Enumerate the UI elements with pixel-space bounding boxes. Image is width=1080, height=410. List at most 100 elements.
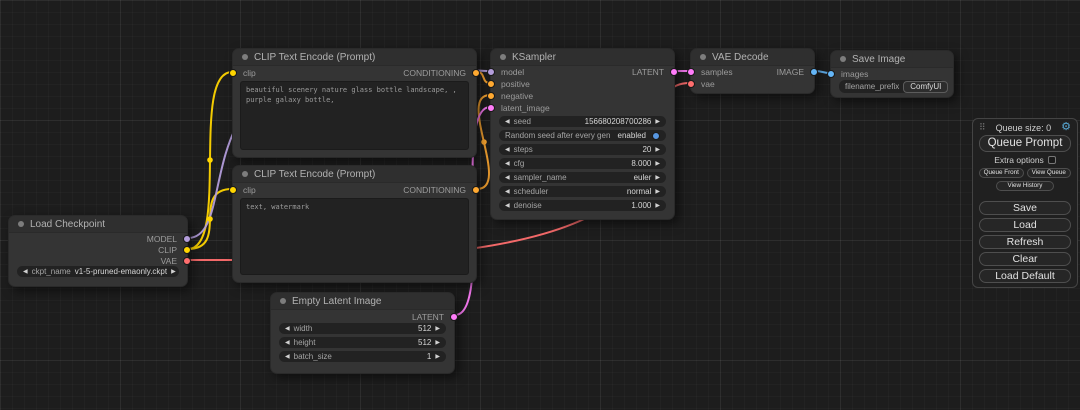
extra-options-checkbox[interactable]	[1048, 156, 1056, 164]
node-title: Save Image	[852, 54, 905, 65]
increment-arrow-icon[interactable]: ▶	[171, 269, 176, 275]
queue-size-label: Queue size: 0	[989, 123, 1059, 133]
node-save-image[interactable]: Save Image images filename_prefix ComfyU…	[830, 50, 954, 98]
increment-arrow-icon[interactable]: ▶	[655, 119, 660, 125]
clip-input-label: clip	[243, 68, 256, 78]
node-empty-latent-image[interactable]: Empty Latent Image LATENT ◀ width 512 ▶ …	[270, 292, 455, 374]
clear-button[interactable]: Clear	[979, 252, 1071, 266]
increment-arrow-icon[interactable]: ▶	[655, 189, 660, 195]
increment-arrow-icon[interactable]: ▶	[435, 354, 440, 360]
node-ksampler[interactable]: KSampler model LATENT positive negative …	[490, 48, 675, 220]
node-vae-decode[interactable]: VAE Decode samples IMAGE vae	[690, 48, 815, 94]
widget-label: Random seed after every gen	[505, 131, 610, 140]
latent-image-input-label: latent_image	[501, 103, 550, 113]
clip-input-slot[interactable]	[229, 186, 237, 194]
node-load-checkpoint[interactable]: Load Checkpoint MODEL CLIP VAE ◀ ckpt_na…	[8, 215, 188, 287]
node-title-bar[interactable]: CLIP Text Encode (Prompt)	[233, 49, 476, 66]
save-button[interactable]: Save	[979, 201, 1071, 215]
node-title-bar[interactable]: VAE Decode	[691, 49, 814, 66]
conditioning-output-slot[interactable]	[472, 186, 480, 194]
filename-prefix-widget[interactable]: filename_prefix ComfyUI	[839, 80, 945, 93]
batch-size-widget[interactable]: ◀ batch_size 1 ▶	[279, 351, 446, 362]
steps-widget[interactable]: ◀ steps 20 ▶	[499, 144, 666, 155]
node-clip-text-encode-negative[interactable]: CLIP Text Encode (Prompt) clip CONDITION…	[232, 165, 477, 283]
load-default-button[interactable]: Load Default	[979, 269, 1071, 283]
queue-panel: ⠿ Queue size: 0 ⚙ Queue Prompt Extra opt…	[972, 118, 1078, 288]
latent-output-label: LATENT	[412, 312, 444, 322]
decrement-arrow-icon[interactable]: ◀	[505, 119, 510, 125]
increment-arrow-icon[interactable]: ▶	[655, 203, 660, 209]
node-title-bar[interactable]: KSampler	[491, 49, 674, 66]
toggle-on-icon[interactable]	[652, 132, 660, 140]
latent-output-slot[interactable]	[450, 313, 458, 321]
conditioning-output-label: CONDITIONING	[403, 185, 466, 195]
view-queue-button[interactable]: View Queue	[1027, 168, 1072, 178]
images-input-slot[interactable]	[827, 70, 835, 78]
denoise-widget[interactable]: ◀ denoise 1.000 ▶	[499, 200, 666, 211]
increment-arrow-icon[interactable]: ▶	[655, 161, 660, 167]
drag-handle-icon[interactable]: ⠿	[979, 122, 986, 133]
decrement-arrow-icon[interactable]: ◀	[285, 340, 290, 346]
negative-input-slot[interactable]	[487, 92, 495, 100]
width-widget[interactable]: ◀ width 512 ▶	[279, 323, 446, 334]
increment-arrow-icon[interactable]: ▶	[655, 147, 660, 153]
widget-value: 156680208700286	[585, 117, 652, 126]
node-title-bar[interactable]: Save Image	[831, 51, 953, 68]
collapse-dot-icon[interactable]	[840, 56, 846, 62]
queue-front-button[interactable]: Queue Front	[979, 168, 1024, 178]
decrement-arrow-icon[interactable]: ◀	[23, 269, 28, 275]
height-widget[interactable]: ◀ height 512 ▶	[279, 337, 446, 348]
image-output-slot[interactable]	[810, 68, 818, 76]
random-seed-toggle-widget[interactable]: Random seed after every gen enabled	[499, 130, 666, 141]
collapse-dot-icon[interactable]	[700, 54, 706, 60]
vae-output-label: VAE	[161, 256, 177, 266]
decrement-arrow-icon[interactable]: ◀	[505, 189, 510, 195]
settings-gear-icon[interactable]: ⚙	[1061, 122, 1071, 133]
conditioning-output-slot[interactable]	[472, 69, 480, 77]
model-output-slot[interactable]	[183, 235, 191, 243]
queue-prompt-button[interactable]: Queue Prompt	[979, 135, 1071, 152]
node-title: KSampler	[512, 52, 556, 63]
widget-value: enabled	[618, 131, 646, 140]
scheduler-widget[interactable]: ◀ scheduler normal ▶	[499, 186, 666, 197]
model-input-slot[interactable]	[487, 68, 495, 76]
widget-value[interactable]: ComfyUI	[903, 81, 948, 93]
collapse-dot-icon[interactable]	[242, 171, 248, 177]
node-title-bar[interactable]: Empty Latent Image	[271, 293, 454, 310]
positive-input-slot[interactable]	[487, 80, 495, 88]
increment-arrow-icon[interactable]: ▶	[655, 175, 660, 181]
decrement-arrow-icon[interactable]: ◀	[505, 147, 510, 153]
collapse-dot-icon[interactable]	[18, 221, 24, 227]
increment-arrow-icon[interactable]: ▶	[435, 340, 440, 346]
ckpt-name-widget[interactable]: ◀ ckpt_name v1-5-pruned-emaonly.ckpt ▶	[17, 266, 179, 277]
decrement-arrow-icon[interactable]: ◀	[285, 354, 290, 360]
node-clip-text-encode-positive[interactable]: CLIP Text Encode (Prompt) clip CONDITION…	[232, 48, 477, 158]
decrement-arrow-icon[interactable]: ◀	[505, 161, 510, 167]
view-history-button[interactable]: View History	[996, 181, 1053, 191]
sampler-name-widget[interactable]: ◀ sampler_name euler ▶	[499, 172, 666, 183]
collapse-dot-icon[interactable]	[242, 54, 248, 60]
decrement-arrow-icon[interactable]: ◀	[505, 203, 510, 209]
latent-output-slot[interactable]	[670, 68, 678, 76]
refresh-button[interactable]: Refresh	[979, 235, 1071, 249]
widget-label: filename_prefix	[845, 82, 899, 91]
samples-input-slot[interactable]	[687, 68, 695, 76]
seed-widget[interactable]: ◀ seed 156680208700286 ▶	[499, 116, 666, 127]
prompt-textarea[interactable]: beautiful scenery nature glass bottle la…	[240, 81, 469, 150]
decrement-arrow-icon[interactable]: ◀	[285, 326, 290, 332]
latent-image-input-slot[interactable]	[487, 104, 495, 112]
node-title-bar[interactable]: Load Checkpoint	[9, 216, 187, 233]
cfg-widget[interactable]: ◀ cfg 8.000 ▶	[499, 158, 666, 169]
node-title: CLIP Text Encode (Prompt)	[254, 52, 375, 63]
collapse-dot-icon[interactable]	[280, 298, 286, 304]
decrement-arrow-icon[interactable]: ◀	[505, 175, 510, 181]
prompt-textarea[interactable]: text, watermark	[240, 198, 469, 275]
node-title-bar[interactable]: CLIP Text Encode (Prompt)	[233, 166, 476, 183]
clip-input-slot[interactable]	[229, 69, 237, 77]
increment-arrow-icon[interactable]: ▶	[435, 326, 440, 332]
vae-input-slot[interactable]	[687, 80, 695, 88]
vae-output-slot[interactable]	[183, 257, 191, 265]
load-button[interactable]: Load	[979, 218, 1071, 232]
collapse-dot-icon[interactable]	[500, 54, 506, 60]
clip-output-slot[interactable]	[183, 246, 191, 254]
